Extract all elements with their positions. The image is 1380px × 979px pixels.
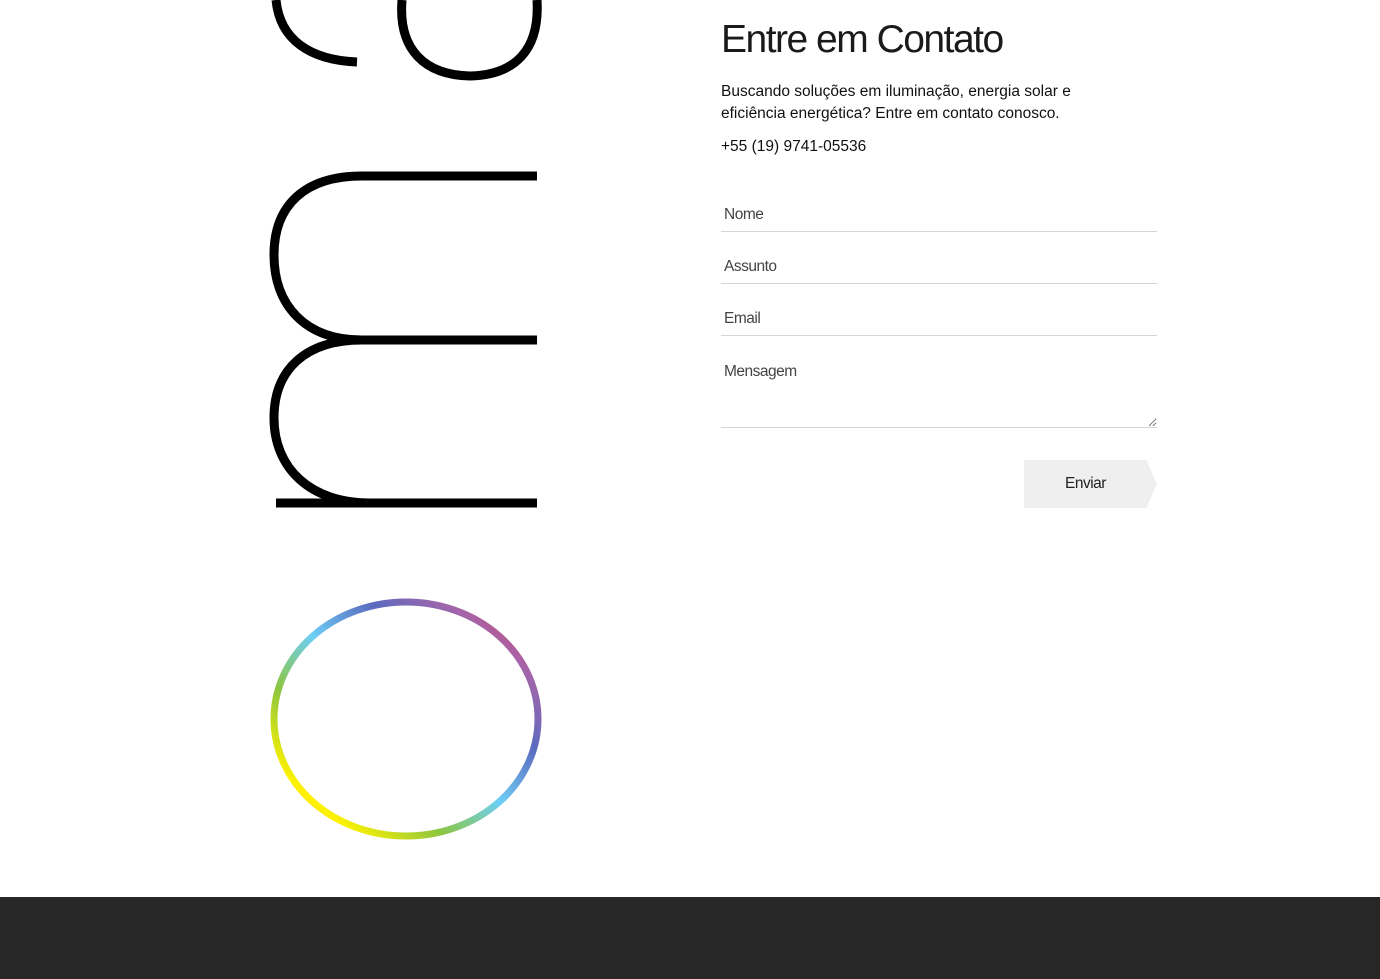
logo-letter-m	[269, 171, 537, 508]
logo-letter-s-partial	[271, 0, 358, 67]
logotype-art	[269, 0, 542, 840]
send-button[interactable]: Enviar	[1024, 460, 1157, 508]
contact-title: Entre em Contato	[721, 18, 1004, 61]
message-textarea[interactable]	[721, 354, 1157, 428]
contact-phone: +55 (19) 9741-05536	[721, 138, 867, 155]
name-input[interactable]	[721, 198, 1157, 232]
subject-input[interactable]	[721, 250, 1157, 284]
logo-rainbow-ring	[270, 598, 542, 840]
footer	[0, 897, 1380, 979]
email-input[interactable]	[721, 302, 1157, 336]
submit-row: Enviar	[721, 460, 1157, 508]
logo-letter-o-partial	[397, 0, 542, 81]
contact-form: Enviar	[721, 198, 1157, 508]
page: Entre em Contato Buscando soluções em il…	[0, 0, 1380, 979]
contact-section: Entre em Contato Buscando soluções em il…	[721, 14, 1157, 508]
contact-description: Buscando soluções em iluminação, energia…	[721, 83, 1071, 122]
